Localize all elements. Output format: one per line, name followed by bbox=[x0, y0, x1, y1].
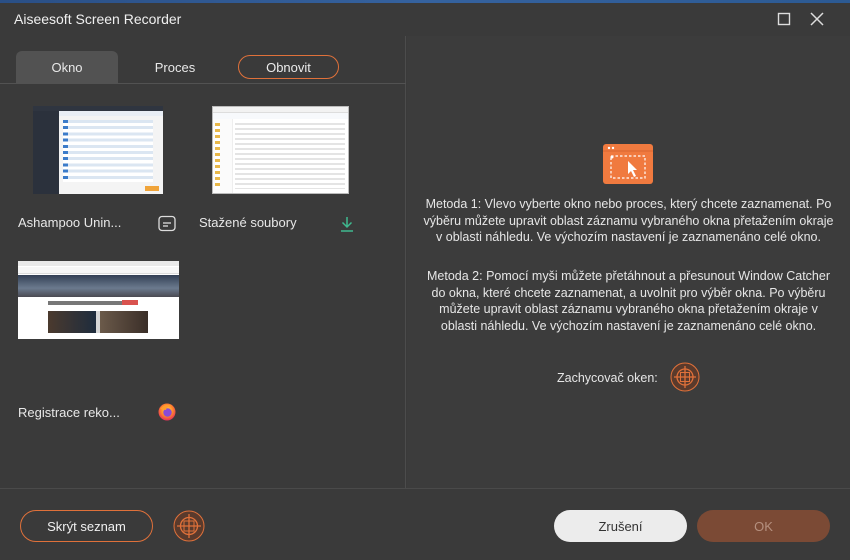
firefox-icon bbox=[157, 402, 177, 422]
window-card-label: Stažené soubory bbox=[199, 215, 297, 230]
refresh-button[interactable]: Obnovit bbox=[238, 55, 339, 79]
window-thumbnail bbox=[212, 106, 349, 194]
instructions-pane: Metoda 1: Vlevo vyberte okno nebo proces… bbox=[407, 36, 850, 488]
maximize-icon bbox=[777, 12, 791, 26]
window-card-ashampoo[interactable]: Ashampoo Unin... bbox=[18, 106, 188, 236]
app-window-icon bbox=[157, 214, 177, 234]
title-bar: Aiseesoft Screen Recorder bbox=[0, 3, 850, 36]
window-catcher-button[interactable] bbox=[670, 362, 700, 392]
tab-divider bbox=[0, 83, 406, 84]
window-catcher-drag-button[interactable] bbox=[173, 510, 205, 542]
close-icon bbox=[810, 12, 824, 26]
tab-window[interactable]: Okno bbox=[16, 51, 118, 83]
window-title: Aiseesoft Screen Recorder bbox=[14, 11, 182, 27]
crosshair-icon bbox=[173, 510, 205, 542]
download-arrow-icon bbox=[337, 214, 357, 234]
method-2-text: Metoda 2: Pomocí myši můžete přetáhnout … bbox=[427, 269, 830, 333]
window-list-pane: Okno Proces Obnovit Ashampoo Unin... Sta… bbox=[0, 36, 406, 488]
window-thumbnail bbox=[18, 261, 179, 339]
window-capture-icon bbox=[603, 144, 653, 184]
window-thumbnail bbox=[33, 106, 163, 194]
cancel-button[interactable]: Zrušení bbox=[554, 510, 687, 542]
tab-process[interactable]: Proces bbox=[125, 51, 225, 83]
maximize-button[interactable] bbox=[771, 7, 797, 31]
window-card-label: Ashampoo Unin... bbox=[18, 215, 122, 230]
window-card-registration[interactable]: Registrace reko... bbox=[18, 261, 188, 421]
footer-bar: Skrýt seznam Zrušení OK bbox=[0, 488, 850, 560]
window-card-downloads[interactable]: Stažené soubory bbox=[199, 106, 369, 236]
crosshair-icon bbox=[670, 362, 700, 392]
window-catcher-label: Zachycovač oken: bbox=[557, 371, 658, 385]
ok-button[interactable]: OK bbox=[697, 510, 830, 542]
method-1-text: Metoda 1: Vlevo vyberte okno nebo proces… bbox=[423, 197, 834, 244]
window-card-label: Registrace reko... bbox=[18, 405, 120, 420]
hide-list-button[interactable]: Skrýt seznam bbox=[20, 510, 153, 542]
close-button[interactable] bbox=[804, 7, 830, 31]
